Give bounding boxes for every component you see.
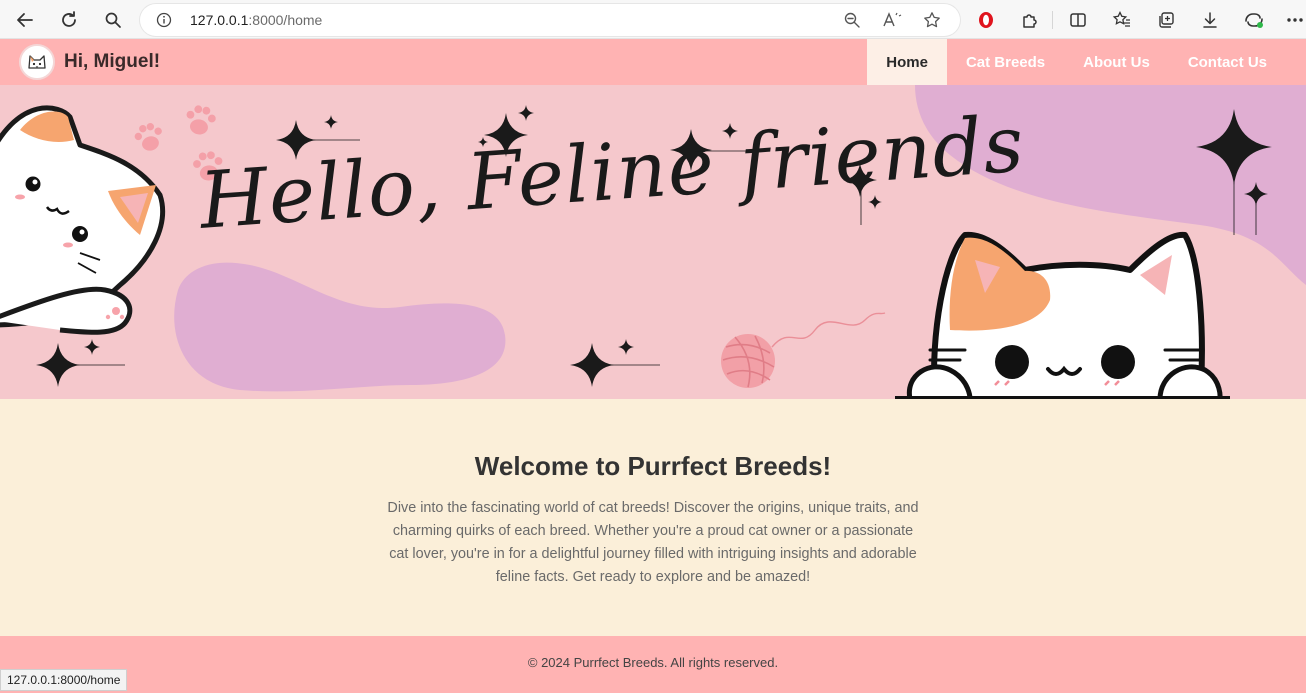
nav-cat-breeds[interactable]: Cat Breeds xyxy=(947,39,1064,85)
right-cat-illustration xyxy=(895,231,1230,399)
toolbar-divider xyxy=(1052,11,1053,29)
main-nav: Home Cat Breeds About Us Contact Us xyxy=(867,39,1286,85)
more-icon[interactable] xyxy=(1284,8,1306,32)
address-url[interactable]: 127.0.0.1:8000/home xyxy=(190,12,322,28)
copilot-icon[interactable] xyxy=(1242,8,1266,32)
welcome-title: Welcome to Purrfect Breeds! xyxy=(474,451,832,481)
collections-icon[interactable] xyxy=(1154,8,1178,32)
footer-copyright: © 2024 Purrfect Breeds. All rights reser… xyxy=(527,655,779,670)
user-greeting: Hi, Miguel! xyxy=(64,51,161,72)
left-cat-illustration xyxy=(0,105,166,335)
address-bar[interactable]: 127.0.0.1:8000/home xyxy=(140,4,960,36)
site-footer: © 2024 Purrfect Breeds. All rights reser… xyxy=(0,636,1306,693)
welcome-section: Welcome to Purrfect Breeds! Dive into th… xyxy=(0,399,1306,636)
zoom-icon[interactable] xyxy=(842,10,862,30)
favorite-star-icon[interactable] xyxy=(922,10,942,30)
url-host: 127.0.0.1 xyxy=(190,12,249,28)
reload-icon[interactable] xyxy=(55,6,83,34)
split-screen-icon[interactable] xyxy=(1066,8,1090,32)
hero-banner: Hello, Feline friends xyxy=(0,85,1306,399)
nav-about-us[interactable]: About Us xyxy=(1064,39,1169,85)
favorites-icon[interactable] xyxy=(1110,8,1134,32)
url-path: :8000/home xyxy=(248,12,323,28)
extensions-icon[interactable] xyxy=(1018,8,1042,32)
site-header: Hi, Miguel! Home Cat Breeds About Us Con… xyxy=(0,39,1306,85)
web-page: Hi, Miguel! Home Cat Breeds About Us Con… xyxy=(0,39,1306,693)
info-icon[interactable] xyxy=(156,12,172,33)
search-icon[interactable] xyxy=(99,6,127,34)
welcome-text: Dive into the fascinating world of cat b… xyxy=(387,500,919,585)
opera-icon[interactable] xyxy=(974,8,998,32)
nav-home[interactable]: Home xyxy=(867,39,947,85)
status-bar-url: 127.0.0.1:8000/home xyxy=(0,669,128,691)
download-icon[interactable] xyxy=(1198,8,1222,32)
site-logo[interactable] xyxy=(19,44,55,80)
nav-contact-us[interactable]: Contact Us xyxy=(1169,39,1286,85)
read-aloud-icon[interactable] xyxy=(882,10,902,30)
back-icon[interactable] xyxy=(11,6,39,34)
browser-toolbar: 127.0.0.1:8000/home xyxy=(0,0,1306,39)
